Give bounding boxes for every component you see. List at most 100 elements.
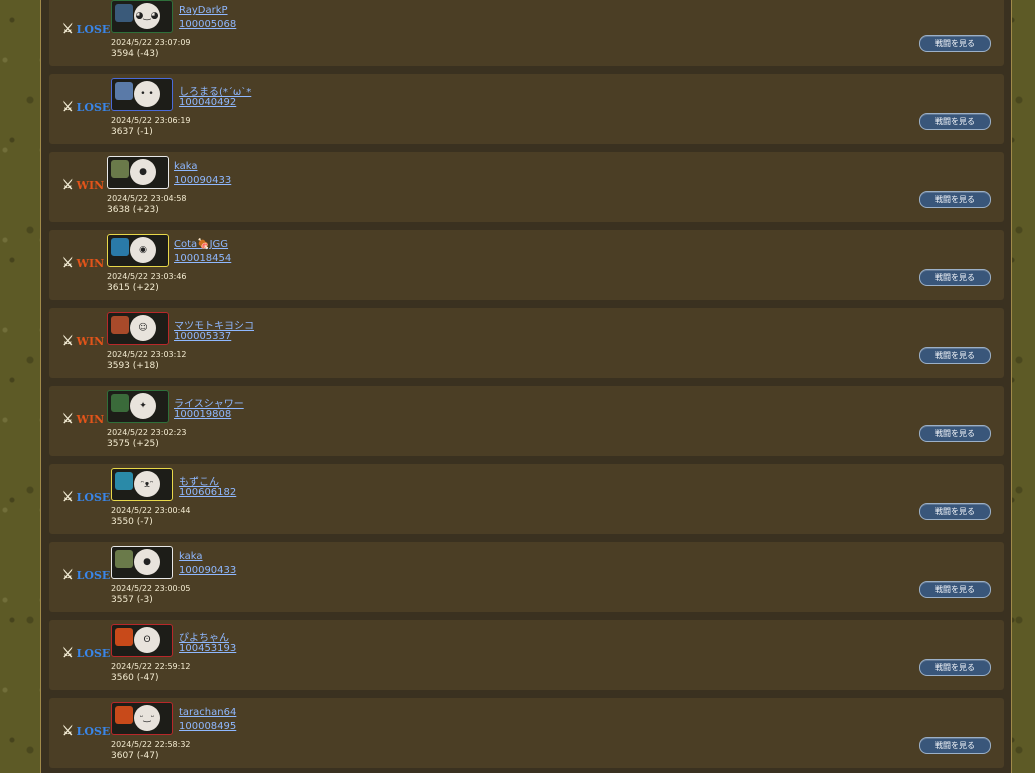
view-battle-button[interactable]: 戦闘を見る [919, 503, 991, 520]
avatar: ◉ [130, 237, 156, 263]
opponent-name-link[interactable]: kaka [174, 161, 198, 172]
result-label: ⚔ LOSE [62, 646, 110, 661]
rating-change: 3557 (-3) [111, 595, 153, 605]
result-label: ⚔ LOSE [62, 724, 110, 739]
opponent-deck-thumbnail[interactable]: ᵔᴥᵔ [111, 468, 173, 501]
opponent-id-link[interactable]: 100040492 [179, 97, 236, 108]
avatar: • • [134, 81, 160, 107]
avatar: ● [134, 549, 160, 575]
opponent-deck-thumbnail[interactable]: ᵕ‿ᵕ [111, 702, 173, 735]
opponent-id-link[interactable]: 100090433 [174, 175, 231, 186]
result-label: ⚔ LOSE [62, 100, 110, 115]
view-battle-button[interactable]: 戦闘を見る [919, 269, 991, 286]
battle-row: ⚔ LOSE • • しろまる(*´ω`* 100040492 2024/5/22 23:… [49, 74, 1004, 144]
opponent-deck-thumbnail[interactable]: ✦ [107, 390, 169, 423]
character-icon [115, 550, 133, 568]
battle-history-panel: ⚔ LOSE ◕‿◕ RayDarkP 100005068 2024/5/22 23:07… [40, 0, 1012, 773]
crossed-swords-icon: ⚔ [62, 334, 74, 349]
view-battle-button[interactable]: 戦闘を見る [919, 425, 991, 442]
opponent-name-link[interactable]: もずこん [179, 473, 219, 488]
opponent-name-link[interactable]: しろまる(*´ω`* [179, 83, 251, 98]
battle-timestamp: 2024/5/22 23:02:23 [107, 428, 187, 437]
result-label: ⚔ WIN [62, 334, 104, 349]
view-battle-button[interactable]: 戦闘を見る [919, 35, 991, 52]
battle-row: ⚔ WIN ● kaka 100090433 2024/5/22 23:04:58 3638… [49, 152, 1004, 222]
character-icon [115, 706, 133, 724]
opponent-name-link[interactable]: マツモトキヨシコ [174, 317, 254, 332]
view-battle-button[interactable]: 戦闘を見る [919, 191, 991, 208]
battle-row: ⚔ LOSE ᵕ‿ᵕ tarachan64 100008495 2024/5/22 22:… [49, 698, 1004, 768]
opponent-name-link[interactable]: kaka [179, 551, 203, 562]
battle-row: ⚔ WIN ☺ マツモトキヨシコ 100005337 2024/5/22 23:03:12… [49, 308, 1004, 378]
result-text: LOSE [76, 569, 111, 582]
result-label: ⚔ LOSE [62, 568, 110, 583]
crossed-swords-icon: ⚔ [62, 22, 74, 37]
result-label: ⚔ WIN [62, 178, 104, 193]
battle-row: ⚔ WIN ◉ Cota🍖JGG 100018454 2024/5/22 23:03:46… [49, 230, 1004, 300]
character-icon [111, 394, 129, 412]
opponent-name-link[interactable]: ライスシャワー [174, 395, 244, 410]
opponent-id-link[interactable]: 100453193 [179, 643, 236, 654]
opponent-deck-thumbnail[interactable]: ● [111, 546, 173, 579]
opponent-name-link[interactable]: Cota🍖JGG [174, 239, 228, 250]
crossed-swords-icon: ⚔ [62, 490, 74, 505]
battle-timestamp: 2024/5/22 23:03:12 [107, 350, 187, 359]
rating-change: 3560 (-47) [111, 673, 159, 683]
result-text: WIN [76, 257, 105, 270]
opponent-id-link[interactable]: 100005337 [174, 331, 231, 342]
view-battle-button[interactable]: 戦闘を見る [919, 737, 991, 754]
opponent-deck-thumbnail[interactable]: ◉ [107, 234, 169, 267]
crossed-swords-icon: ⚔ [62, 256, 74, 271]
result-text: LOSE [76, 647, 111, 660]
rating-change: 3593 (+18) [107, 361, 159, 371]
opponent-deck-thumbnail[interactable]: ☺ [107, 312, 169, 345]
result-label: ⚔ LOSE [62, 490, 110, 505]
battle-row: ⚔ WIN ✦ ライスシャワー 100019808 2024/5/22 23:02:23 3… [49, 386, 1004, 456]
opponent-id-link[interactable]: 100090433 [179, 565, 236, 576]
result-text: WIN [76, 413, 105, 426]
crossed-swords-icon: ⚔ [62, 646, 74, 661]
crossed-swords-icon: ⚔ [62, 178, 74, 193]
result-label: ⚔ LOSE [62, 22, 110, 37]
opponent-deck-thumbnail[interactable]: ● [107, 156, 169, 189]
view-battle-button[interactable]: 戦闘を見る [919, 581, 991, 598]
opponent-name-link[interactable]: ぴよちゃん [179, 629, 229, 644]
character-icon [115, 628, 133, 646]
avatar: ʘ [134, 627, 160, 653]
opponent-id-link[interactable]: 100008495 [179, 721, 236, 732]
opponent-id-link[interactable]: 100606182 [179, 487, 236, 498]
view-battle-button[interactable]: 戦闘を見る [919, 659, 991, 676]
opponent-name-link[interactable]: RayDarkP [179, 5, 228, 16]
character-icon [111, 316, 129, 334]
result-text: WIN [76, 179, 105, 192]
opponent-deck-thumbnail[interactable]: • • [111, 78, 173, 111]
battle-timestamp: 2024/5/22 23:00:05 [111, 584, 191, 593]
rating-change: 3575 (+25) [107, 439, 159, 449]
rating-change: 3615 (+22) [107, 283, 159, 293]
opponent-name-link[interactable]: tarachan64 [179, 707, 236, 718]
character-icon [115, 82, 133, 100]
avatar: ◕‿◕ [134, 3, 160, 29]
opponent-id-link[interactable]: 100019808 [174, 409, 231, 420]
avatar: ✦ [130, 393, 156, 419]
rating-change: 3594 (-43) [111, 49, 159, 59]
opponent-id-link[interactable]: 100005068 [179, 19, 236, 30]
opponent-deck-thumbnail[interactable]: ʘ [111, 624, 173, 657]
avatar: ● [130, 159, 156, 185]
crossed-swords-icon: ⚔ [62, 724, 74, 739]
avatar: ☺ [130, 315, 156, 341]
battle-timestamp: 2024/5/22 22:59:12 [111, 662, 191, 671]
result-label: ⚔ WIN [62, 256, 104, 271]
battle-row: ⚔ LOSE ◕‿◕ RayDarkP 100005068 2024/5/22 23:07… [49, 0, 1004, 66]
avatar: ᵔᴥᵔ [134, 471, 160, 497]
view-battle-button[interactable]: 戦闘を見る [919, 113, 991, 130]
rating-change: 3637 (-1) [111, 127, 153, 137]
view-battle-button[interactable]: 戦闘を見る [919, 347, 991, 364]
opponent-id-link[interactable]: 100018454 [174, 253, 231, 264]
character-icon [115, 4, 133, 22]
result-text: LOSE [76, 23, 111, 36]
battle-timestamp: 2024/5/22 23:03:46 [107, 272, 187, 281]
battle-timestamp: 2024/5/22 23:04:58 [107, 194, 187, 203]
opponent-deck-thumbnail[interactable]: ◕‿◕ [111, 0, 173, 33]
battle-timestamp: 2024/5/22 23:00:44 [111, 506, 191, 515]
